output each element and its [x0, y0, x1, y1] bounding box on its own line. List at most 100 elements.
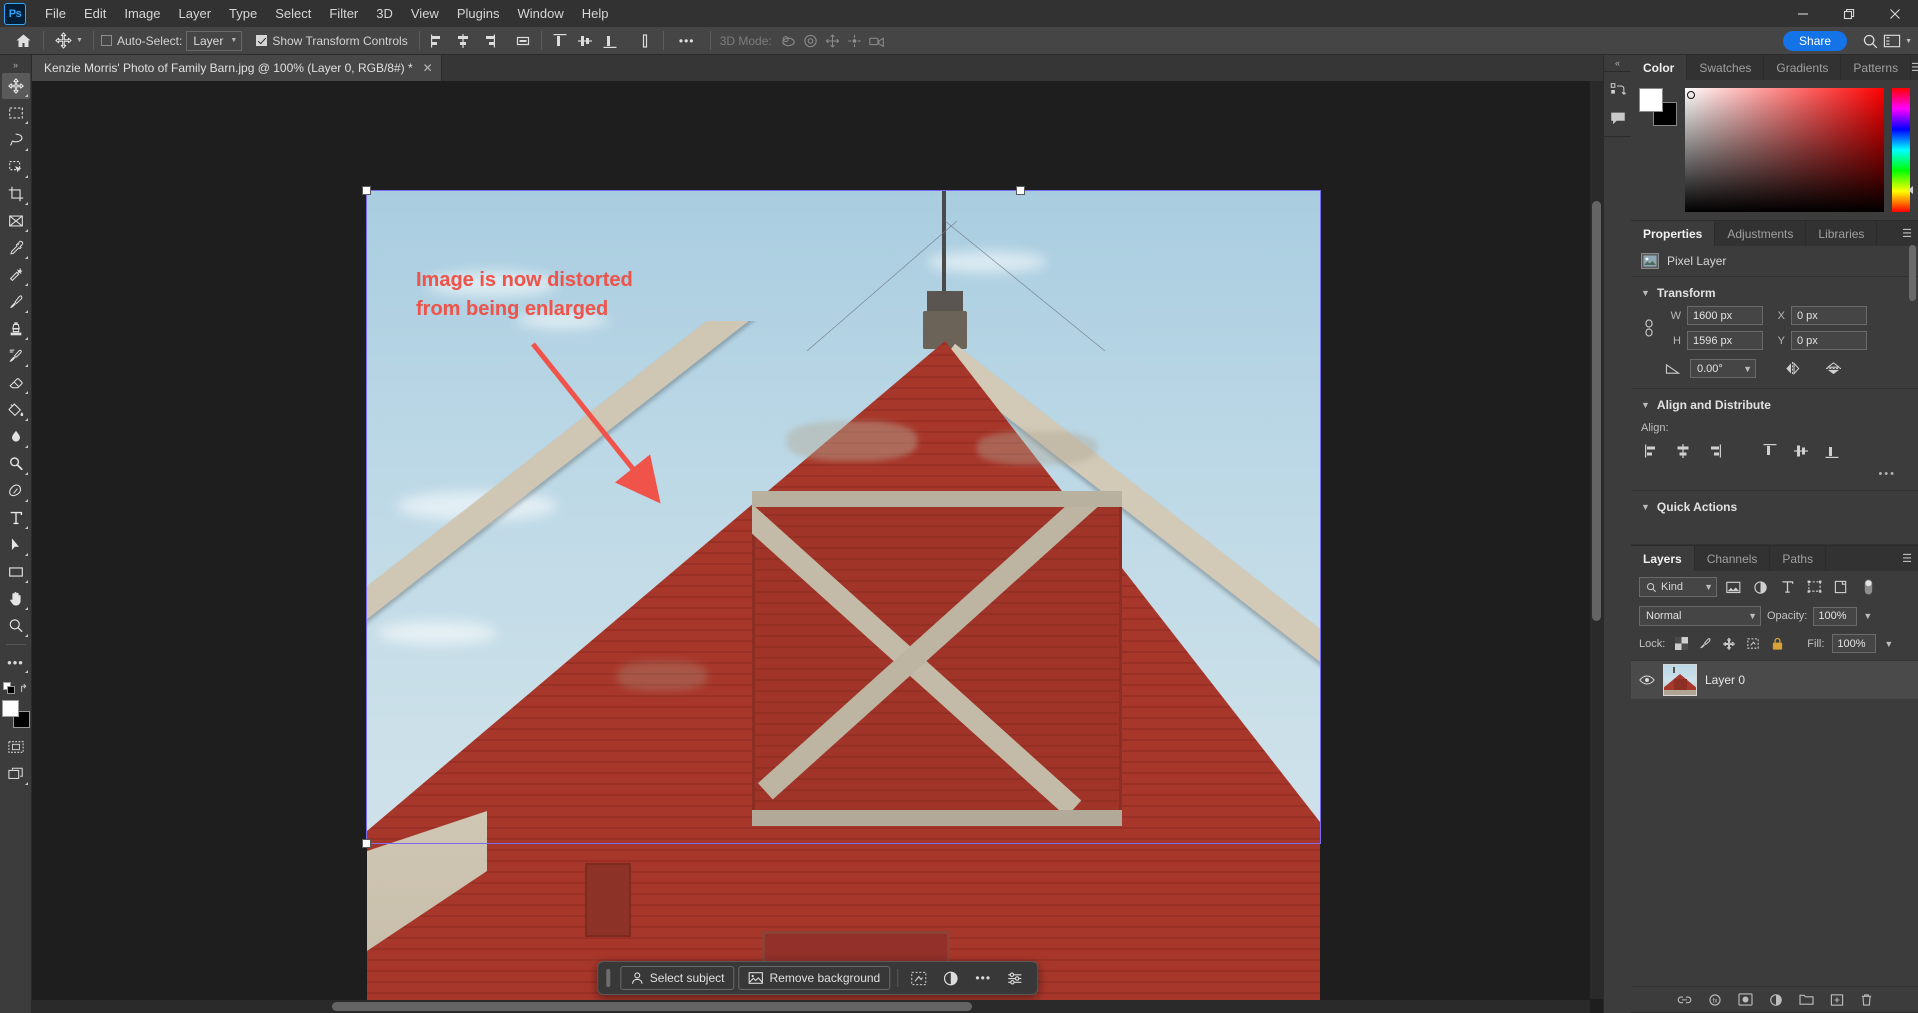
swap-colors-icon[interactable]: ↱	[19, 682, 28, 695]
lock-all-icon[interactable]	[1769, 636, 1785, 652]
distribute-icon[interactable]	[634, 30, 656, 52]
tool-path-selection-tool[interactable]	[2, 532, 30, 558]
transform-handle-top-center[interactable]	[1016, 186, 1025, 195]
zoom-3d-icon[interactable]	[866, 30, 888, 52]
layer-row-layer-0[interactable]: Layer 0	[1631, 661, 1918, 699]
workspace-switcher-icon[interactable]	[1881, 30, 1903, 52]
align-middle-icon[interactable]	[512, 30, 534, 52]
lock-artboard-nesting-icon[interactable]	[1745, 636, 1761, 652]
delete-layer-icon[interactable]	[1860, 993, 1873, 1007]
lock-transparent-pixels-icon[interactable]	[1673, 636, 1689, 652]
tool-rectangular-marquee-tool[interactable]	[2, 100, 30, 126]
roll-3d-icon[interactable]	[800, 30, 822, 52]
select-and-mask-button[interactable]	[905, 966, 933, 990]
pan-3d-icon[interactable]	[822, 30, 844, 52]
foreground-color-swatch[interactable]	[2, 700, 19, 717]
opacity-field[interactable]: 100%	[1813, 607, 1857, 626]
align-right-edges-icon[interactable]	[1703, 440, 1725, 462]
tab-gradients[interactable]: Gradients	[1764, 55, 1841, 80]
properties-panel-scrollbar[interactable]	[1909, 245, 1916, 539]
align-distribute-title[interactable]: ▼ Align and Distribute	[1631, 395, 1918, 418]
new-layer-icon[interactable]	[1830, 993, 1844, 1007]
tool-type-tool[interactable]	[2, 505, 30, 531]
tool-lasso-tool[interactable]	[2, 127, 30, 153]
tool-eyedropper-tool[interactable]	[2, 235, 30, 261]
tab-layers[interactable]: Layers	[1631, 546, 1695, 571]
eye-icon[interactable]	[1639, 674, 1655, 686]
color-picker-field[interactable]	[1685, 88, 1884, 212]
tool-preset-chevron-icon[interactable]: ▼	[76, 37, 83, 44]
close-button[interactable]	[1872, 0, 1918, 27]
tool-gradient-tool[interactable]	[2, 397, 30, 423]
panel-menu-icon[interactable]: ☰	[1896, 546, 1918, 571]
history-panel-icon[interactable]	[1605, 76, 1631, 104]
tool-zoom-tool[interactable]	[2, 613, 30, 639]
tool-crop-tool[interactable]	[2, 181, 30, 207]
flip-horizontal-icon[interactable]	[1784, 361, 1801, 376]
transform-handle-bottom-left[interactable]	[362, 839, 371, 848]
y-field[interactable]: 0 px	[1791, 331, 1867, 350]
vertical-scrollbar-thumb[interactable]	[1592, 201, 1601, 621]
toolbar-collapse-icon[interactable]: »	[0, 57, 31, 73]
canvas-vertical-scrollbar[interactable]	[1590, 81, 1603, 999]
properties-scrollbar-thumb[interactable]	[1909, 245, 1916, 301]
align-vertical-centers-icon[interactable]	[1790, 440, 1812, 462]
align-vertical-centers-icon[interactable]	[574, 30, 596, 52]
search-icon[interactable]	[1859, 30, 1881, 52]
align-more-options[interactable]: •••	[1631, 462, 1918, 480]
canvas[interactable]: Image is now distorted from being enlarg…	[32, 81, 1603, 1013]
align-left-edges-icon[interactable]	[1641, 440, 1663, 462]
canvas-horizontal-scrollbar[interactable]	[32, 1000, 1590, 1013]
menu-item-image[interactable]: Image	[115, 2, 169, 25]
menu-item-select[interactable]: Select	[266, 2, 320, 25]
color-foreground-swatch[interactable]	[1639, 88, 1663, 112]
menu-item-plugins[interactable]: Plugins	[448, 2, 509, 25]
align-left-edges-icon[interactable]	[427, 30, 449, 52]
screen-mode-button[interactable]	[2, 761, 30, 787]
filter-pixel-icon[interactable]	[1722, 577, 1744, 597]
more-options-button[interactable]: •••	[969, 966, 997, 990]
transform-section-title[interactable]: ▼ Transform	[1631, 283, 1918, 306]
workspace-chevron-icon[interactable]: ▼	[1905, 38, 1912, 45]
blend-mode-dropdown[interactable]: Normal ▼	[1639, 606, 1761, 626]
panel-menu-icon[interactable]: ☰	[1896, 221, 1918, 246]
filter-smart-object-icon[interactable]	[1830, 577, 1852, 597]
tool-clone-stamp-tool[interactable]	[2, 316, 30, 342]
tool-hand-tool[interactable]	[2, 586, 30, 612]
new-fill-adjustment-icon[interactable]	[1769, 993, 1783, 1007]
transform-handle-top-left[interactable]	[362, 186, 371, 195]
layer-filter-kind-dropdown[interactable]: Kind ▼	[1639, 577, 1717, 597]
flip-vertical-icon[interactable]	[1825, 361, 1842, 376]
filter-adjustment-icon[interactable]	[1749, 577, 1771, 597]
restore-button[interactable]	[1826, 0, 1872, 27]
menu-item-edit[interactable]: Edit	[75, 2, 115, 25]
tool-frame-tool[interactable]	[2, 208, 30, 234]
menu-item-window[interactable]: Window	[508, 2, 572, 25]
rotation-angle-field[interactable]: 0.00° ▼	[1690, 359, 1756, 378]
align-bottom-edges-icon[interactable]	[599, 30, 621, 52]
height-field[interactable]: 1596 px	[1687, 331, 1763, 350]
tab-swatches[interactable]: Swatches	[1687, 55, 1764, 80]
tool-blur-tool[interactable]	[2, 424, 30, 450]
fill-chevron-down-icon[interactable]: ▼	[1884, 639, 1893, 649]
tab-adjustments[interactable]: Adjustments	[1715, 221, 1806, 246]
tool-eraser-tool[interactable]	[2, 370, 30, 396]
tool-brush-tool[interactable]	[2, 289, 30, 315]
align-top-edges-icon[interactable]	[549, 30, 571, 52]
lock-image-pixels-icon[interactable]	[1697, 636, 1713, 652]
adjustment-layer-button[interactable]	[937, 966, 965, 990]
tab-properties[interactable]: Properties	[1631, 221, 1715, 246]
slide-3d-icon[interactable]	[844, 30, 866, 52]
comments-panel-icon[interactable]	[1605, 104, 1631, 132]
align-bottom-edges-icon[interactable]	[1821, 440, 1843, 462]
chevron-down-icon[interactable]: ▼	[1743, 364, 1752, 374]
align-top-edges-icon[interactable]	[1759, 440, 1781, 462]
tab-color[interactable]: Color	[1631, 55, 1687, 80]
link-aspect-ratio-icon[interactable]	[1641, 318, 1657, 338]
panel-menu-icon[interactable]: ☰	[1911, 55, 1918, 80]
align-right-edges-icon[interactable]	[477, 30, 499, 52]
auto-select-checkbox[interactable]	[101, 35, 112, 46]
filter-type-icon[interactable]	[1776, 577, 1798, 597]
remove-background-button[interactable]: Remove background	[738, 966, 890, 990]
layer-style-icon[interactable]: fx	[1708, 993, 1722, 1007]
